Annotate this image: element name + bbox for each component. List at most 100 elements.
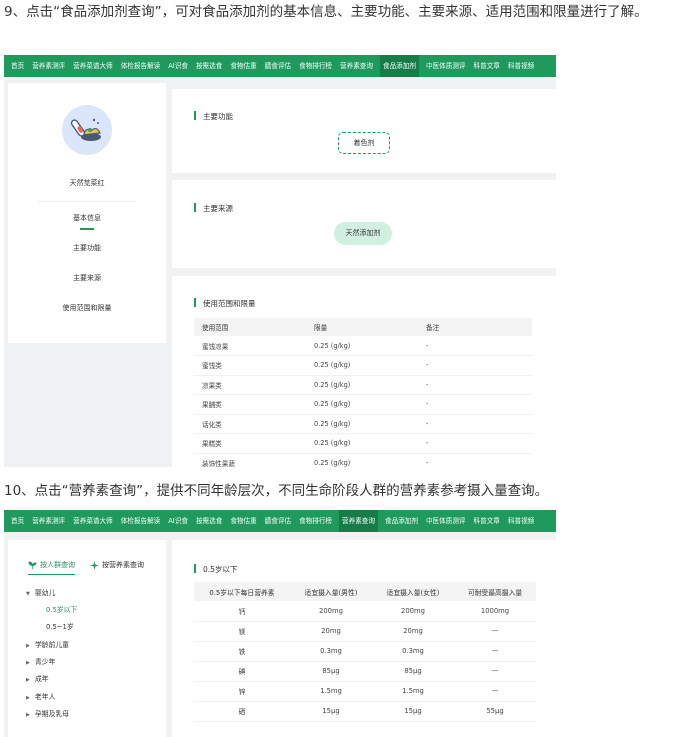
tree-item-pregnancy-lactation[interactable]: ▶ 孕期及乳母	[26, 708, 69, 718]
table-row: 锌 1.5mg 1.5mg —	[194, 681, 536, 702]
table-cell: 0.25 (g/kg)	[306, 375, 418, 395]
additive-sidebar: 天然苋菜红 基本信息 主要功能 主要来源 使用范围和限量	[8, 83, 166, 343]
tab-label: 按营养素查询	[102, 561, 144, 569]
table-cell: 200mg	[290, 601, 372, 622]
usage-card: 使用范围和限量 使用范围 限量 备注 蜜饯凉果 0.25 (g/kg) - 蜜饯类 0.…	[172, 276, 556, 467]
nav-item[interactable]: 食物估重	[229, 510, 257, 532]
nav-item[interactable]: 营养素测评	[31, 510, 66, 532]
sidebar-item-main-function[interactable]: 主要功能	[8, 243, 166, 253]
nav-item[interactable]: 中医体质测评	[425, 55, 467, 77]
table-cell: 钙	[194, 601, 290, 622]
caret-right-icon: ▶	[26, 677, 30, 683]
tree-sub-under-half-year[interactable]: 0.5岁以下	[46, 604, 77, 614]
table-cell: -	[418, 433, 532, 454]
nav-item[interactable]: AI识食	[167, 510, 189, 532]
source-section-title: 主要来源	[194, 203, 233, 214]
column-header: 限量	[306, 318, 418, 336]
nav-item[interactable]: 食物排行榜	[298, 55, 333, 77]
usage-table: 使用范围 限量 备注 蜜饯凉果 0.25 (g/kg) - 蜜饯类 0.25 (g/kg…	[194, 318, 532, 467]
tree-sub-half-to-one-year[interactable]: 0.5~1岁	[46, 621, 74, 631]
table-cell: 0.25 (g/kg)	[306, 414, 418, 434]
table-cell: -	[418, 453, 532, 467]
nav-item[interactable]: AI识食	[167, 55, 189, 77]
sidebar-item-main-source[interactable]: 主要来源	[8, 273, 166, 283]
nav-item[interactable]: 科普视频	[507, 510, 535, 532]
nav-item[interactable]: 中医体质测评	[425, 510, 467, 532]
tab-by-crowd[interactable]: 按人群查询	[28, 560, 75, 575]
usage-table-header: 使用范围 限量 备注	[194, 318, 532, 336]
main-navigation: 首页 营养素测评 营养菜谱大师 体检报告解读 AI识食 按需选食 食物估重 膳食评估 食物排行榜…	[4, 510, 556, 532]
table-cell: 1000mg	[454, 601, 536, 622]
table-cell: 凉果类	[194, 375, 306, 395]
sidebar-item-usage-limits[interactable]: 使用范围和限量	[8, 303, 166, 313]
table-cell: -	[418, 355, 532, 376]
table-cell: 20mg	[290, 621, 372, 642]
table-row: 装饰性果蔬 0.25 (g/kg) -	[194, 453, 532, 467]
tree-item-preschool[interactable]: ▶ 学龄前儿童	[26, 639, 69, 649]
caret-right-icon: ▶	[26, 695, 30, 701]
nutrient-content: 0.5岁以下 0.5岁以下每日营养素 适宜摄入量(男性) 适宜摄入量(女性) 可…	[172, 540, 556, 737]
table-cell: 1.5mg	[372, 681, 454, 702]
nav-item[interactable]: 科普文章	[473, 55, 501, 77]
table-row: 蜜饯类 0.25 (g/kg) -	[194, 355, 532, 376]
tree-item-teen[interactable]: ▶ 青少年	[26, 656, 55, 666]
nav-item[interactable]: 科普视频	[507, 55, 535, 77]
nutrient-table-header: 0.5岁以下每日营养素 适宜摄入量(男性) 适宜摄入量(女性) 可耐受最高摄入量	[194, 582, 536, 601]
main-navigation: 首页 营养素测评 营养菜谱大师 体检报告解读 AI识食 按需选食 食物估重 膳食评估 食物排行榜…	[4, 55, 556, 77]
table-cell: —	[454, 681, 536, 702]
nav-item[interactable]: 按需选食	[195, 55, 223, 77]
table-cell: 果糕类	[194, 433, 306, 454]
table-cell: -	[418, 375, 532, 395]
table-cell: 镁	[194, 621, 290, 642]
column-header: 0.5岁以下每日营养素	[194, 582, 290, 601]
table-row: 果糕类 0.25 (g/kg) -	[194, 433, 532, 454]
table-cell: -	[418, 336, 532, 356]
tree-item-infant[interactable]: ▼ 婴幼儿	[26, 587, 55, 597]
table-cell: 85μg	[372, 661, 454, 682]
step-10-description: 10、点击“营养素查询”，提供不同年龄层次，不同生命阶段人群的营养素参考摄入量查…	[4, 483, 549, 499]
nav-item[interactable]: 首页	[10, 510, 25, 532]
table-cell: -	[418, 394, 532, 415]
additive-avatar	[62, 105, 112, 155]
food-additive-screenshot: 首页 营养素测评 营养菜谱大师 体检报告解读 AI识食 按需选食 食物估重 膳食评估 食物排行榜…	[4, 55, 556, 467]
sidebar-item-basic-info[interactable]: 基本信息	[8, 213, 166, 230]
nav-item[interactable]: 食品添加剂	[384, 510, 419, 532]
table-row: 凉果类 0.25 (g/kg) -	[194, 375, 532, 395]
nav-item[interactable]: 营养菜谱大师	[72, 510, 114, 532]
table-cell: 200mg	[372, 601, 454, 622]
table-cell: -	[418, 414, 532, 434]
nav-item[interactable]: 营养菜谱大师	[72, 55, 114, 77]
table-cell: 硒	[194, 701, 290, 722]
table-cell: 55μg	[454, 701, 536, 722]
sparkle-icon	[90, 560, 99, 570]
nav-item[interactable]: 体检报告解读	[120, 55, 162, 77]
caret-right-icon: ▶	[26, 712, 30, 718]
caret-right-icon: ▶	[26, 643, 30, 649]
nav-item[interactable]: 体检报告解读	[120, 510, 162, 532]
table-cell: 15μg	[290, 701, 372, 722]
table-cell: 装饰性果蔬	[194, 453, 306, 467]
nav-item[interactable]: 营养素测评	[31, 55, 66, 77]
table-cell: 碘	[194, 661, 290, 682]
nav-item[interactable]: 科普文章	[473, 510, 501, 532]
table-cell: 15μg	[372, 701, 454, 722]
table-row: 碘 85μg 85μg —	[194, 661, 536, 682]
nav-item[interactable]: 食品添加剂	[380, 55, 419, 77]
table-cell: —	[454, 641, 536, 662]
usage-section-title: 使用范围和限量	[194, 298, 256, 309]
additive-name: 天然苋菜红	[69, 179, 105, 187]
table-row: 蜜饯凉果 0.25 (g/kg) -	[194, 336, 532, 356]
nav-item[interactable]: 首页	[10, 55, 25, 77]
nav-item[interactable]: 按需选食	[195, 510, 223, 532]
table-cell: 蜜饯类	[194, 355, 306, 376]
table-row: 果脯类 0.25 (g/kg) -	[194, 394, 532, 415]
nav-item[interactable]: 营养素查询	[339, 55, 374, 77]
tree-item-adult[interactable]: ▶ 成年	[26, 673, 49, 683]
tree-item-elderly[interactable]: ▶ 老年人	[26, 691, 55, 701]
nav-item[interactable]: 膳食评估	[264, 55, 292, 77]
tab-by-nutrient[interactable]: 按营养素查询	[90, 560, 144, 570]
nav-item[interactable]: 膳食评估	[264, 510, 292, 532]
nav-item[interactable]: 营养素查询	[339, 510, 378, 532]
nav-item[interactable]: 食物排行榜	[298, 510, 333, 532]
nav-item[interactable]: 食物估重	[229, 55, 257, 77]
